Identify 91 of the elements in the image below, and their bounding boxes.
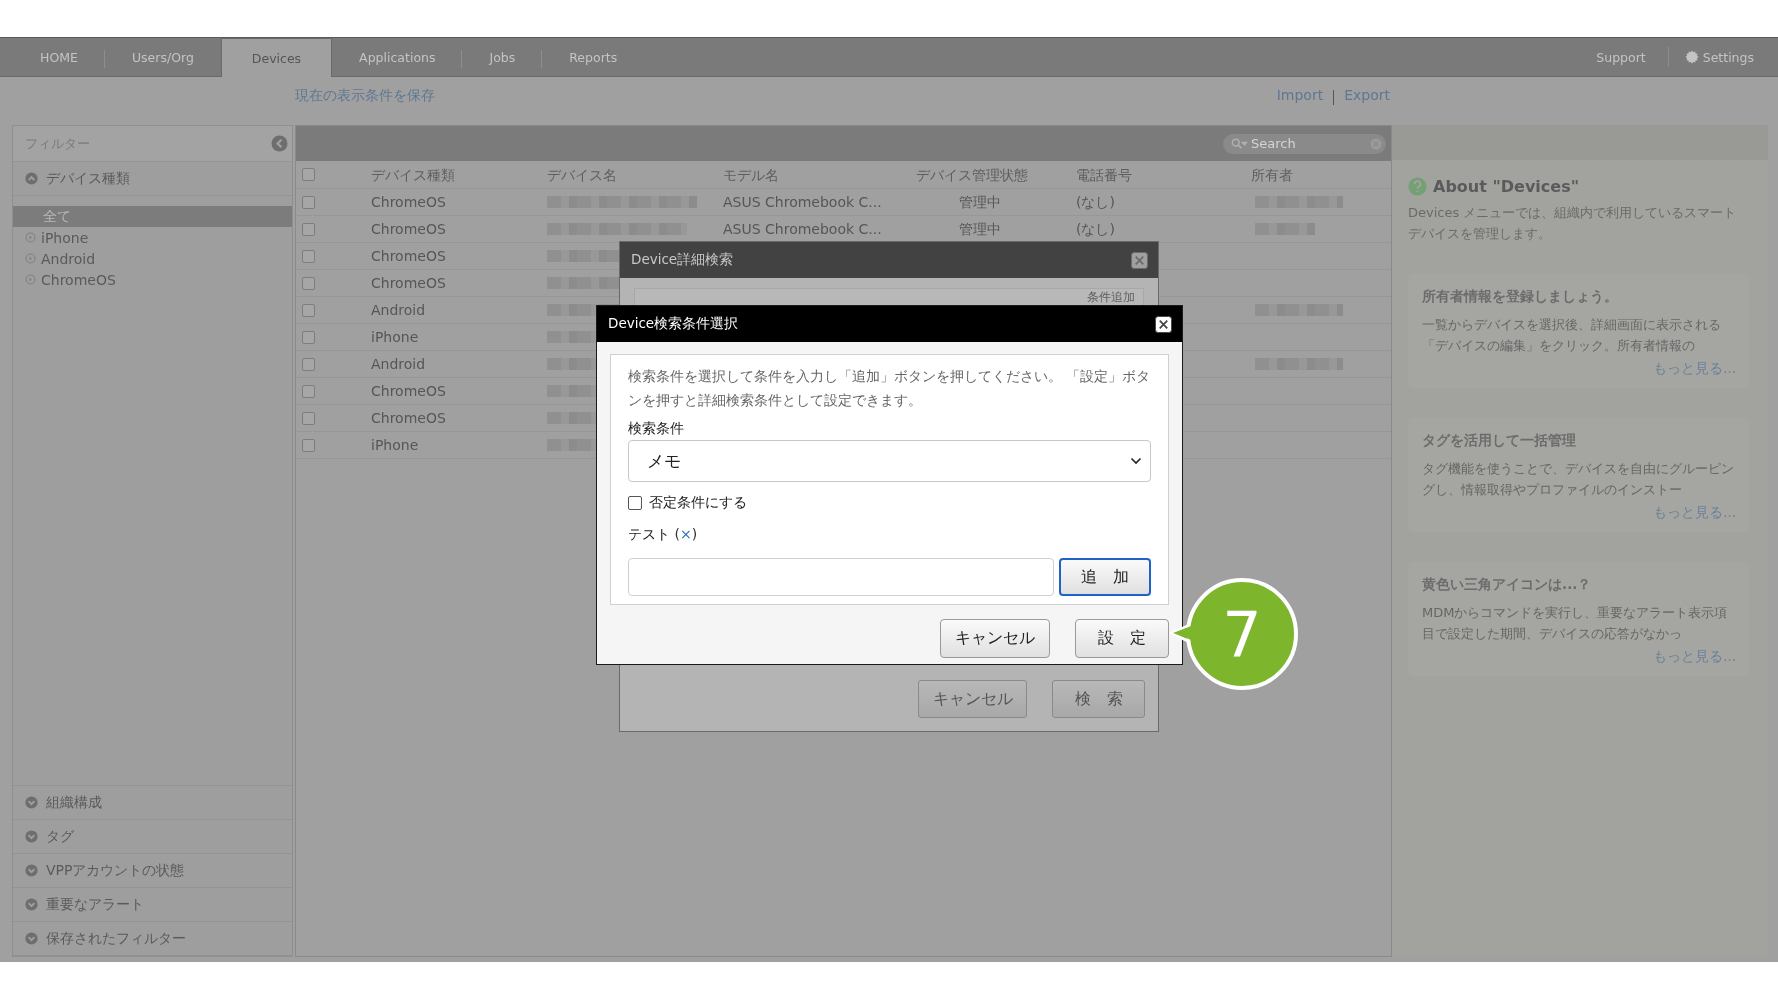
filter-item[interactable]: iPhone <box>13 227 292 248</box>
nav-tab[interactable]: Devices <box>220 38 333 77</box>
condition-dropdown[interactable]: メモ <box>628 440 1151 482</box>
search-button[interactable]: 検 索 <box>1052 680 1145 718</box>
table-cell-text: Android <box>371 356 427 372</box>
row-checkbox[interactable] <box>302 222 315 236</box>
filter-section[interactable]: VPPアカウントの状態 <box>13 854 292 888</box>
filter-section[interactable]: デバイス種類 <box>13 162 292 196</box>
import-link[interactable]: Import <box>1276 87 1324 105</box>
table-cell-text: ChromeOS <box>371 410 447 426</box>
collapse-icon <box>25 172 38 185</box>
settings-icon <box>1684 50 1699 64</box>
checkbox-label: 否定条件にする <box>649 494 747 512</box>
column-header[interactable]: デバイス名 <box>547 166 723 183</box>
text-input[interactable] <box>628 558 1054 596</box>
row-checkbox[interactable] <box>302 276 315 290</box>
tip-title: 黄色い三角アイコンは...？ <box>1422 576 1593 594</box>
table-cell-text: ChromeOS <box>371 275 447 291</box>
expand-icon <box>25 932 38 945</box>
select-all-checkbox[interactable] <box>302 168 315 181</box>
filter-section[interactable]: 組織構成 <box>13 786 292 820</box>
tip-title: タグを活用して一括管理 <box>1422 432 1577 450</box>
cancel-button[interactable]: キャンセル <box>940 619 1050 658</box>
row-checkbox[interactable] <box>302 411 315 425</box>
filter-item[interactable]: Android <box>13 248 292 269</box>
clear-icon[interactable] <box>1370 137 1382 150</box>
field-label: テスト <box>628 526 670 542</box>
column-header[interactable]: 所有者 <box>1251 166 1391 183</box>
row-checkbox[interactable] <box>302 384 315 398</box>
table-cell-text: ASUS Chromebook C... <box>723 194 883 210</box>
table-cell-text: 管理中 <box>958 221 1002 237</box>
table-cell-text: iPhone <box>371 329 420 345</box>
collapse-icon <box>271 135 288 152</box>
close-icon[interactable] <box>1155 315 1172 333</box>
table-cell-text: (なし) <box>1076 194 1116 210</box>
dialog-title: Device検索条件選択 <box>608 315 739 333</box>
table-cell-text: ChromeOS <box>371 248 447 264</box>
expand-icon <box>25 796 38 809</box>
add-button[interactable]: 追 加 <box>1059 558 1151 596</box>
set-button[interactable]: 設 定 <box>1075 619 1169 658</box>
expand-icon <box>25 830 38 843</box>
table-cell-text: (なし) <box>1076 221 1116 237</box>
cancel-button[interactable]: キャンセル <box>918 680 1027 718</box>
filter-section[interactable]: タグ <box>13 820 292 854</box>
table-cell-text: ChromeOS <box>371 383 447 399</box>
save-view-link[interactable]: 現在の表示条件を保存 <box>295 87 435 105</box>
row-checkbox[interactable] <box>302 249 315 263</box>
nav-tab[interactable]: Reports <box>542 38 645 76</box>
column-header[interactable]: デバイス種類 <box>371 166 547 183</box>
field-label: 検索条件 <box>628 420 685 438</box>
expand-icon <box>25 898 38 911</box>
negate-checkbox[interactable] <box>628 496 642 510</box>
table-cell-text: Android <box>371 302 427 318</box>
table-cell-text: iPhone <box>371 437 420 453</box>
column-header[interactable]: モデル名 <box>723 166 916 183</box>
help-icon <box>1408 177 1427 196</box>
column-header[interactable]: デバイス管理状態 <box>916 166 1076 183</box>
row-checkbox[interactable] <box>302 195 315 209</box>
search-icon <box>1231 137 1248 150</box>
instructions-text: 検索条件を選択して条件を入力し「追加」ボタンを押してください。 「設定」ボタンを押すと詳細検索条件として設定できます。 <box>628 367 1151 410</box>
nav-tab[interactable]: Jobs <box>462 38 543 76</box>
dialog-title: Device詳細検索 <box>631 251 734 269</box>
row-checkbox[interactable] <box>302 438 315 452</box>
table-cell-text: ASUS Chromebook C... <box>723 221 883 237</box>
column-header[interactable]: 電話番号 <box>1076 166 1251 183</box>
search-field[interactable]: Search <box>1223 133 1386 154</box>
row-checkbox[interactable] <box>302 330 315 344</box>
table-cell-text: ChromeOS <box>371 221 447 237</box>
nav-tab[interactable]: HOME <box>13 38 105 76</box>
expand-icon <box>25 864 38 877</box>
nav-tab[interactable]: Users/Org <box>104 38 221 76</box>
filter-section[interactable]: 保存されたフィルター <box>13 922 292 956</box>
radio-icon <box>25 232 36 243</box>
table-cell-text: 管理中 <box>958 194 1002 210</box>
filter-item[interactable]: 全て <box>13 206 292 227</box>
table-cell-text: ChromeOS <box>371 194 447 210</box>
support-link[interactable]: Support <box>1574 49 1668 65</box>
add-condition-link[interactable]: 条件追加 <box>1087 290 1135 304</box>
row-checkbox[interactable] <box>302 357 315 371</box>
filter-section[interactable]: 重要なアラート <box>13 888 292 922</box>
settings-link[interactable]: Settings <box>1668 49 1754 65</box>
radio-icon <box>25 274 36 285</box>
chevron-down-icon <box>1130 457 1142 465</box>
tip-title: 所有者情報を登録しましょう。 <box>1422 288 1619 306</box>
export-link[interactable]: Export <box>1344 87 1390 105</box>
remove-link[interactable]: (×) <box>674 526 698 542</box>
row-checkbox[interactable] <box>302 303 315 317</box>
panel-title: About "Devices" <box>1433 177 1579 196</box>
radio-icon <box>25 253 36 264</box>
filter-item[interactable]: ChromeOS <box>13 269 292 290</box>
nav-tab[interactable]: Applications <box>332 38 463 76</box>
